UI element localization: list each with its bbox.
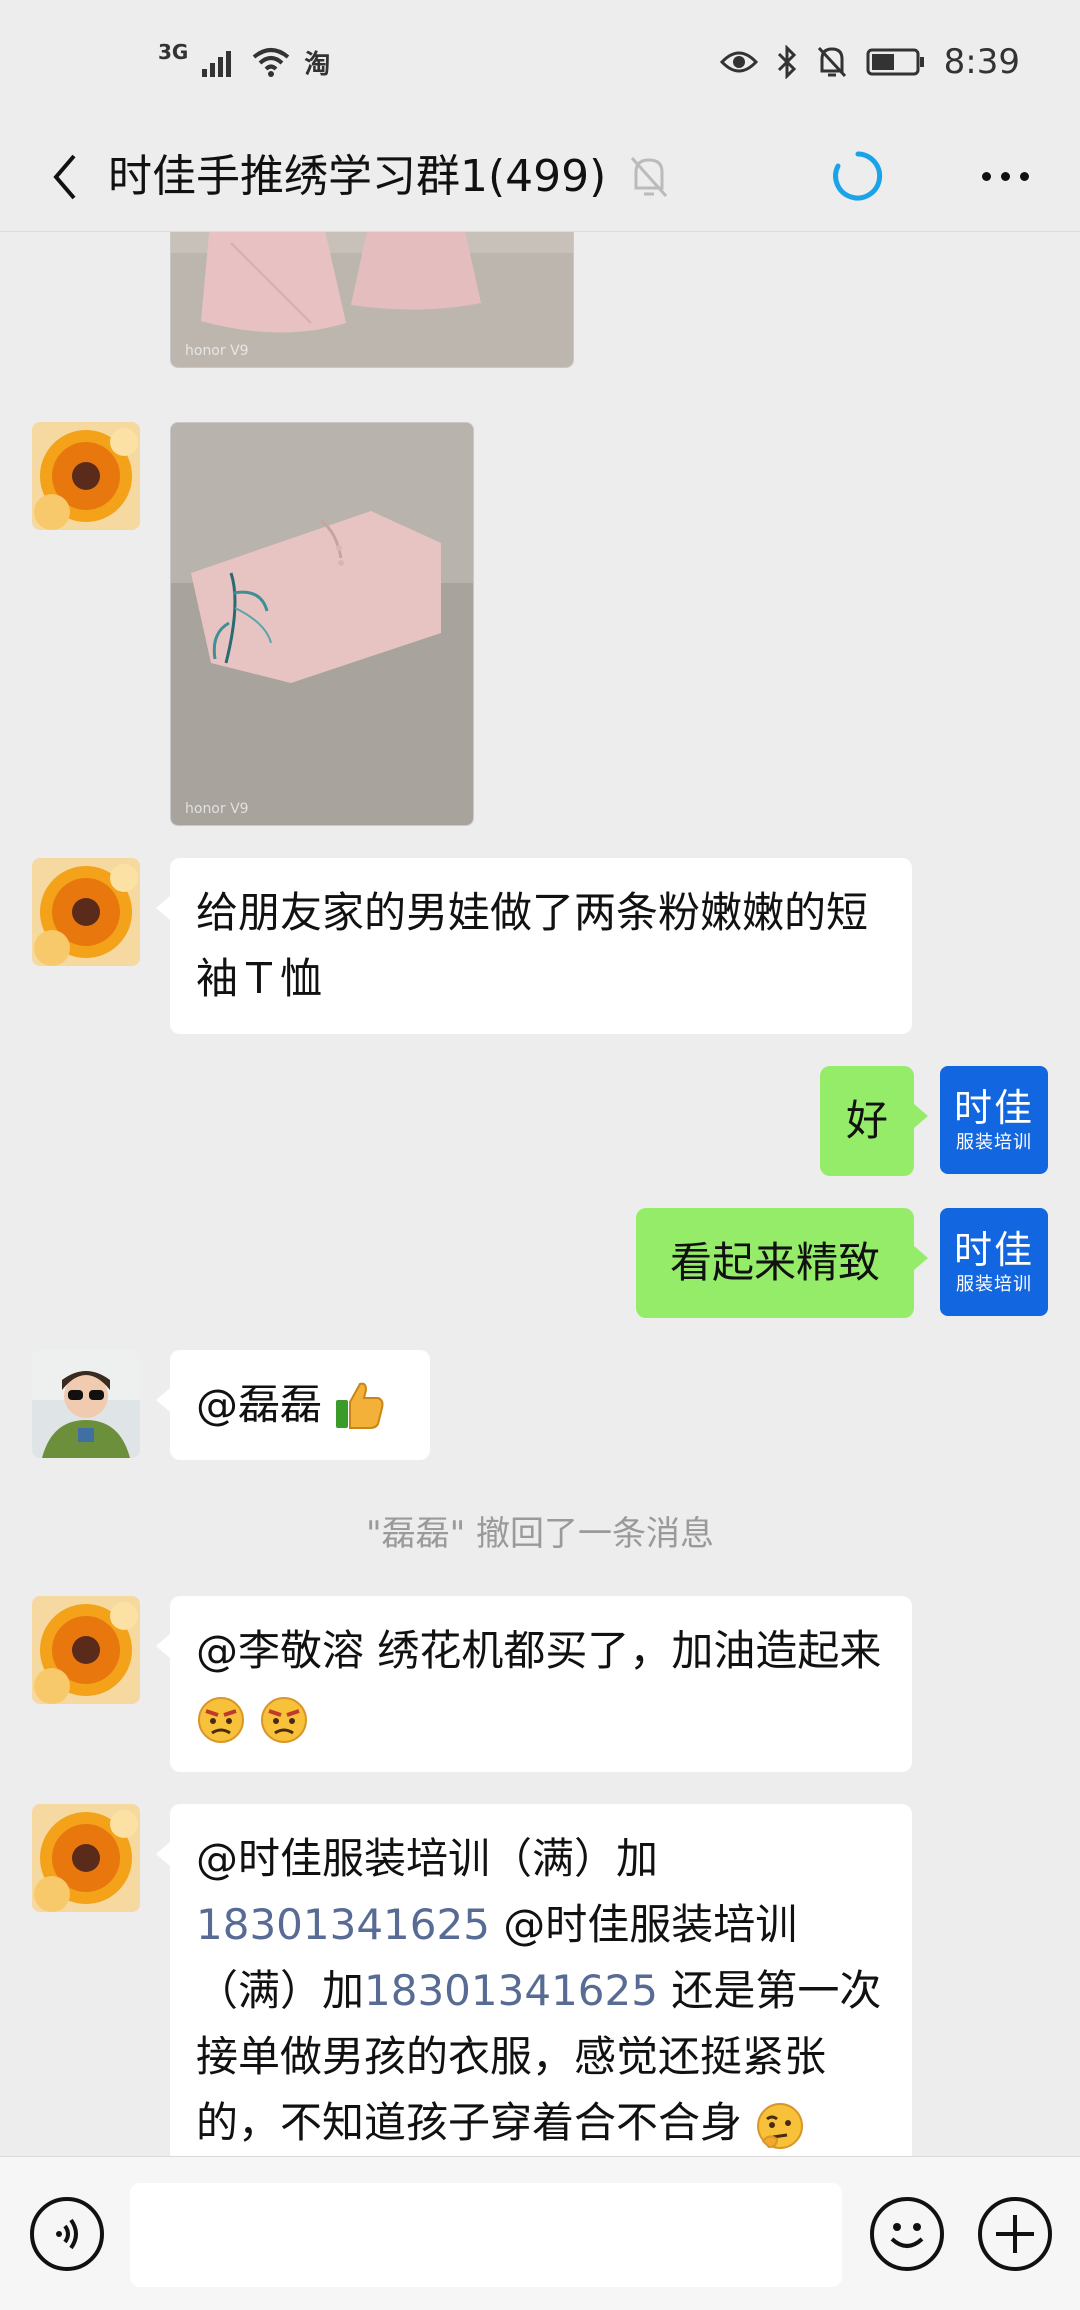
brand-avatar-line2: 服装培训 xyxy=(956,1274,1032,1295)
chat-area[interactable]: honor V9 honor V9 给朋友家的男娃做了两条粉嫩嫩的短袖Ｔ恤 好 … xyxy=(0,232,1080,2156)
flower-avatar-image xyxy=(32,858,140,966)
brand-avatar-line2: 服装培训 xyxy=(956,1132,1032,1153)
wifi-icon xyxy=(253,48,290,77)
status-left: 3G 淘 xyxy=(158,40,330,84)
phone-link[interactable]: 18301341625 xyxy=(364,1966,658,2015)
chat-title: 时佳手推绣学习群1(499) xyxy=(108,151,607,202)
avatar-flower[interactable] xyxy=(32,858,140,966)
flower-avatar-image xyxy=(32,1804,140,1912)
photo-pink-dresses: honor V9 xyxy=(171,232,573,367)
message-text: @磊磊 xyxy=(196,1380,323,1429)
avatar-flower[interactable] xyxy=(32,1804,140,1912)
message-bubble[interactable]: @时佳服装培训（满）加18301341625 @时佳服装培训（满）加183013… xyxy=(156,1804,912,2156)
more-dot xyxy=(1000,171,1010,181)
more-functions-button[interactable] xyxy=(978,2197,1052,2271)
message-text: 看起来精致 xyxy=(669,1238,880,1287)
more-button[interactable] xyxy=(970,146,1040,206)
more-dot xyxy=(981,171,991,181)
back-button[interactable] xyxy=(30,142,100,212)
phone-link[interactable]: 18301341625 xyxy=(196,1900,490,1949)
avatar-child[interactable] xyxy=(32,1350,140,1458)
message-text: 给朋友家的男娃做了两条粉嫩嫩的短袖Ｔ恤 xyxy=(196,888,869,1003)
message-bubble[interactable]: @李敬溶 绣花机都买了，加油造起来 xyxy=(156,1596,912,1772)
flower-avatar-image xyxy=(32,422,140,530)
more-dot xyxy=(1019,171,1029,181)
message-bubble-sent[interactable]: 看起来精致 xyxy=(636,1208,928,1318)
message-bubble[interactable]: @磊磊 xyxy=(156,1350,430,1460)
status-right: 8:39 xyxy=(719,40,1020,84)
clock: 8:39 xyxy=(943,42,1020,82)
recall-notice: "磊磊" 撤回了一条消息 xyxy=(365,1514,715,1554)
determined-emoji-icon xyxy=(198,1696,244,1743)
signal-icon xyxy=(202,51,232,77)
mute-bell-icon xyxy=(630,156,668,198)
network-label: 3G xyxy=(158,40,189,64)
brand-avatar-line1: 时佳 xyxy=(953,1228,1034,1272)
avatar-flower[interactable] xyxy=(32,1596,140,1704)
photo-watermark: honor V9 xyxy=(185,343,249,359)
voice-button[interactable] xyxy=(30,2197,104,2271)
emoji-button[interactable] xyxy=(870,2197,944,2271)
flower-avatar-image xyxy=(32,1596,140,1704)
bell-off-icon xyxy=(817,46,846,78)
chevron-left-icon xyxy=(53,154,76,200)
taobao-icon: 淘 xyxy=(304,49,331,80)
input-bar xyxy=(0,2156,1080,2310)
voice-icon xyxy=(56,2218,78,2250)
plus-icon xyxy=(996,2215,1034,2253)
brand-avatar-line1: 时佳 xyxy=(953,1086,1034,1130)
thumbs-up-emoji-icon xyxy=(336,1382,384,1429)
status-bar: 3G 淘 8:39 xyxy=(0,0,1080,122)
message-text: @时佳服装培训（满）加 xyxy=(196,1834,659,1883)
message-bubble-sent[interactable]: 好 xyxy=(820,1066,928,1176)
smiley-icon xyxy=(890,2223,924,2248)
avatar-brand[interactable]: 时佳 服装培训 xyxy=(940,1066,1048,1174)
loading-spinner-icon xyxy=(833,151,883,201)
message-bubble[interactable]: 给朋友家的男娃做了两条粉嫩嫩的短袖Ｔ恤 xyxy=(156,858,912,1034)
thinking-emoji-icon xyxy=(757,2102,804,2149)
message-text: @李敬溶 绣花机都买了，加油造起来 xyxy=(196,1626,882,1675)
child-avatar-image xyxy=(32,1350,140,1458)
message-input[interactable] xyxy=(130,2183,842,2287)
message-text: 好 xyxy=(845,1096,888,1145)
bluetooth-icon xyxy=(777,45,796,79)
avatar-flower[interactable] xyxy=(32,422,140,530)
determined-emoji-icon xyxy=(261,1696,308,1743)
eye-icon xyxy=(719,51,758,73)
photo-watermark: honor V9 xyxy=(185,801,249,817)
battery-icon xyxy=(866,48,924,76)
avatar-brand[interactable]: 时佳 服装培训 xyxy=(940,1208,1048,1316)
chat-header: 时佳手推绣学习群1(499) xyxy=(0,122,1080,232)
photo-message[interactable]: honor V9 xyxy=(170,232,574,368)
photo-message[interactable]: honor V9 xyxy=(170,422,474,826)
photo-pink-tshirt: honor V9 xyxy=(171,423,473,825)
